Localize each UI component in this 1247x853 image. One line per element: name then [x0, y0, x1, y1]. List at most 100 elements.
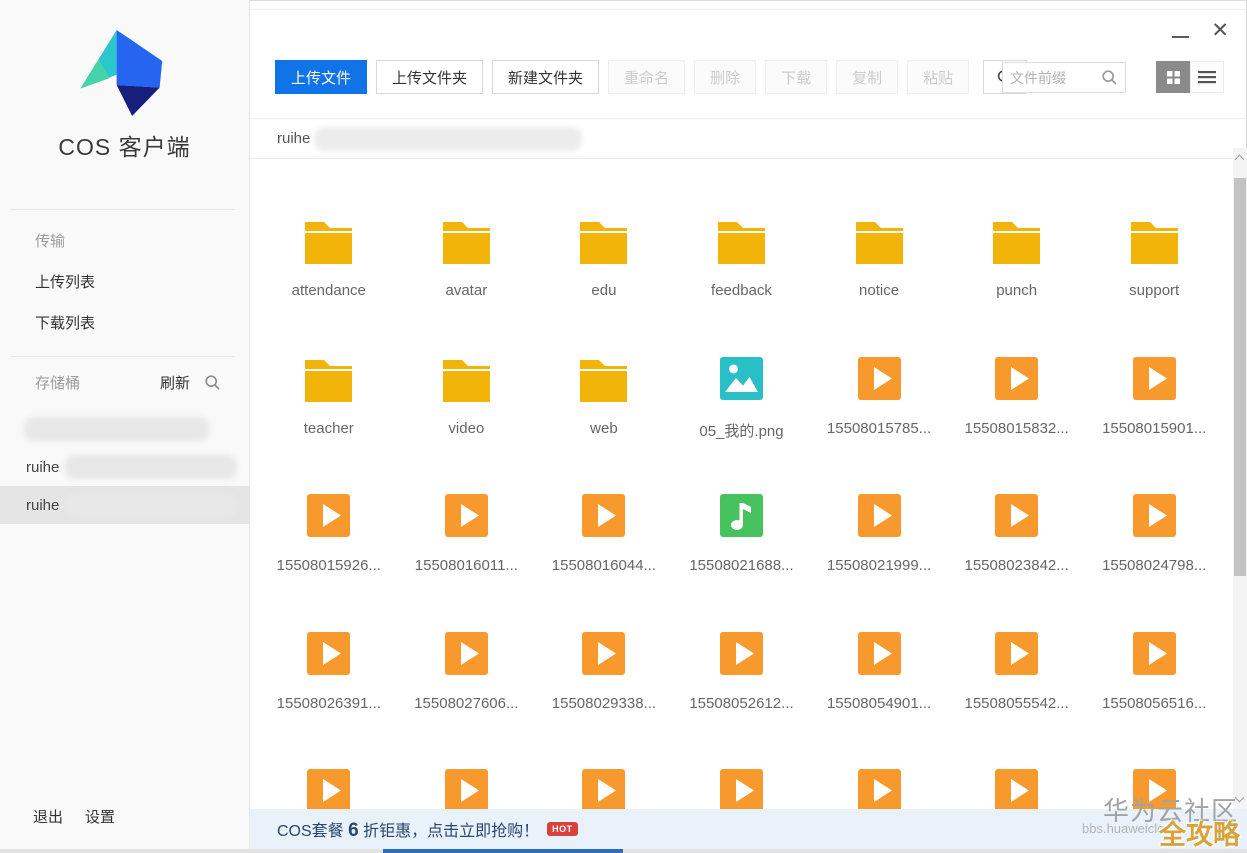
file-item[interactable]: web: [535, 347, 673, 485]
file-item[interactable]: 15508015926...: [260, 484, 398, 622]
redacted-blur: [65, 455, 237, 479]
file-item[interactable]: 15508026391...: [260, 622, 398, 760]
file-item[interactable]: [535, 759, 673, 809]
video-file-icon: [438, 625, 495, 682]
sidebar-item-1[interactable]: 上传列表: [0, 261, 249, 302]
settings-button[interactable]: 设置: [85, 806, 115, 827]
toolbar-button-4[interactable]: 删除: [694, 60, 756, 94]
folder-icon: [713, 212, 770, 269]
file-item[interactable]: support: [1085, 209, 1223, 347]
promo-discount: 6: [348, 820, 359, 841]
list-view-button[interactable]: [1190, 61, 1224, 93]
file-item[interactable]: 15508015785...: [810, 347, 948, 485]
buckets-header-label: 存储桶: [35, 372, 80, 393]
file-item[interactable]: attendance: [260, 209, 398, 347]
video-file-icon: [1126, 350, 1183, 407]
sidebar-item-0: 传输: [0, 220, 249, 261]
file-item[interactable]: video: [398, 347, 536, 485]
toolbar-button-3[interactable]: 重命名: [608, 60, 685, 94]
scroll-up-icon[interactable]: [1235, 155, 1245, 165]
video-file-icon: [300, 625, 357, 682]
file-name: video: [448, 420, 484, 437]
folder-icon: [988, 212, 1045, 269]
file-item[interactable]: 15508015832...: [948, 347, 1086, 485]
scroll-down-icon[interactable]: [1235, 793, 1245, 803]
file-name: attendance: [292, 282, 366, 299]
image-file-icon: [713, 350, 770, 407]
window-controls: ✕: [1172, 18, 1229, 44]
toolbar-button-5[interactable]: 下载: [765, 60, 827, 94]
file-prefix-search-input[interactable]: [1010, 70, 1100, 86]
file-item[interactable]: 15508021688...: [673, 484, 811, 622]
toolbar-buttons: 上传文件上传文件夹新建文件夹重命名删除下载复制粘贴⟳: [275, 60, 1027, 94]
video-file-icon: [851, 762, 908, 809]
file-name: 15508016044...: [552, 557, 656, 574]
minimize-icon[interactable]: [1172, 36, 1189, 38]
video-file-icon: [575, 762, 632, 809]
toolbar-button-0[interactable]: 上传文件: [275, 60, 367, 94]
file-item[interactable]: 15508056516...: [1085, 622, 1223, 760]
file-item[interactable]: feedback: [673, 209, 811, 347]
sidebar-item-2[interactable]: 下载列表: [0, 302, 249, 343]
file-name: 15508052612...: [689, 695, 793, 712]
file-name: web: [590, 420, 618, 437]
file-name: 15508015785...: [827, 420, 931, 437]
toolbar-button-2[interactable]: 新建文件夹: [492, 60, 599, 94]
file-item[interactable]: 15508021999...: [810, 484, 948, 622]
folder-icon: [438, 350, 495, 407]
file-item[interactable]: [398, 759, 536, 809]
promo-banner[interactable]: COS套餐 6 折钜惠，点击立即抢购！ HOT: [250, 809, 1247, 849]
file-item[interactable]: [948, 759, 1086, 809]
file-name: 15508027606...: [414, 695, 518, 712]
file-item[interactable]: [810, 759, 948, 809]
file-name: punch: [996, 282, 1037, 299]
file-item[interactable]: 15508023842...: [948, 484, 1086, 622]
grid-view-button[interactable]: [1156, 61, 1190, 93]
file-name: 05_我的.png: [699, 420, 783, 441]
file-item[interactable]: punch: [948, 209, 1086, 347]
horizontal-scrollbar-thumb[interactable]: [383, 849, 623, 853]
file-item[interactable]: 15508054901...: [810, 622, 948, 760]
bucket-item-2[interactable]: ruihe: [0, 486, 249, 524]
file-item[interactable]: edu: [535, 209, 673, 347]
file-item[interactable]: 05_我的.png: [673, 347, 811, 485]
breadcrumb-bucket[interactable]: ruihe: [277, 130, 310, 147]
file-item[interactable]: [673, 759, 811, 809]
folder-icon: [575, 212, 632, 269]
horizontal-scrollbar[interactable]: [0, 849, 1247, 853]
scrollbar-thumb[interactable]: [1234, 178, 1246, 576]
file-item[interactable]: 15508016011...: [398, 484, 536, 622]
file-item[interactable]: [260, 759, 398, 809]
bucket-item-0[interactable]: [0, 410, 249, 448]
file-item[interactable]: avatar: [398, 209, 536, 347]
file-name: 15508029338...: [552, 695, 656, 712]
file-name: notice: [859, 282, 899, 299]
bucket-item-1[interactable]: ruihe: [0, 448, 249, 486]
file-item[interactable]: 15508027606...: [398, 622, 536, 760]
hot-badge: HOT: [547, 822, 578, 836]
bucket-list: ruiheruihe: [0, 410, 249, 524]
toolbar-button-7[interactable]: 粘贴: [907, 60, 969, 94]
buckets-refresh-button[interactable]: 刷新: [160, 372, 190, 393]
vertical-scrollbar[interactable]: [1233, 148, 1247, 809]
video-file-icon: [575, 487, 632, 544]
toolbar-button-6[interactable]: 复制: [836, 60, 898, 94]
redacted-blur: [314, 127, 582, 151]
file-item[interactable]: teacher: [260, 347, 398, 485]
file-item[interactable]: 15508052612...: [673, 622, 811, 760]
file-item[interactable]: 15508055542...: [948, 622, 1086, 760]
buckets-search-icon[interactable]: [204, 374, 221, 391]
file-item[interactable]: notice: [810, 209, 948, 347]
video-file-icon: [1126, 625, 1183, 682]
video-file-icon: [300, 487, 357, 544]
grid-view-icon: [1166, 70, 1181, 85]
close-icon[interactable]: ✕: [1211, 18, 1229, 44]
file-item[interactable]: 15508015901...: [1085, 347, 1223, 485]
toolbar-button-1[interactable]: 上传文件夹: [376, 60, 483, 94]
file-item[interactable]: 15508016044...: [535, 484, 673, 622]
file-item[interactable]: [1085, 759, 1223, 809]
file-item[interactable]: 15508024798...: [1085, 484, 1223, 622]
file-name: teacher: [304, 420, 354, 437]
file-item[interactable]: 15508029338...: [535, 622, 673, 760]
logout-button[interactable]: 退出: [33, 806, 63, 827]
